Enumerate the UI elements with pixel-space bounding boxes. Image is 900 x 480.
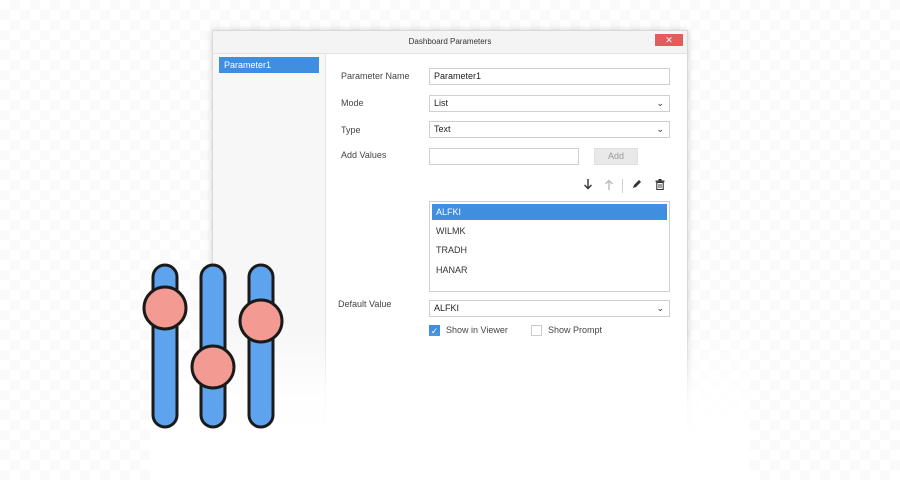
type-label: Type	[341, 125, 361, 135]
arrow-down-icon[interactable]	[581, 179, 595, 193]
add-values-input[interactable]	[429, 148, 579, 165]
list-item[interactable]: ALFKI	[432, 204, 667, 220]
default-value-label: Default Value	[338, 299, 392, 309]
mode-select[interactable]: List ⌄	[429, 95, 670, 112]
trash-icon[interactable]	[653, 179, 667, 193]
mode-label: Mode	[341, 98, 364, 108]
sliders-icon	[142, 263, 284, 429]
default-value: ALFKI	[434, 303, 460, 313]
parameter-name-label: Parameter Name	[341, 71, 410, 81]
close-icon: ✕	[665, 35, 673, 45]
default-value-select[interactable]: ALFKI ⌄	[429, 300, 670, 317]
dialog-title: Dashboard Parameters	[408, 37, 492, 46]
list-item[interactable]: TRADH	[432, 242, 667, 258]
sidebar-item-parameter1[interactable]: Parameter1	[219, 57, 319, 73]
title-bar: Dashboard Parameters ✕	[213, 31, 687, 54]
parameter-name-value: Parameter1	[434, 71, 482, 81]
sidebar-item-label: Parameter1	[224, 60, 272, 70]
parameter-name-input[interactable]: Parameter1	[429, 68, 670, 85]
chevron-down-icon: ⌄	[656, 98, 664, 108]
pencil-icon[interactable]	[630, 179, 644, 193]
list-item[interactable]: WILMK	[432, 223, 667, 239]
toolbar-divider	[622, 179, 623, 193]
close-button[interactable]: ✕	[655, 34, 683, 46]
type-select[interactable]: Text ⌄	[429, 121, 670, 138]
add-values-label: Add Values	[341, 150, 387, 160]
values-listbox[interactable]: ALFKI WILMK TRADH HANAR	[429, 201, 670, 292]
mode-value: List	[434, 98, 449, 108]
chevron-down-icon: ⌄	[656, 303, 664, 313]
arrow-up-icon[interactable]	[602, 179, 616, 193]
add-button[interactable]: Add	[594, 148, 638, 165]
chevron-down-icon: ⌄	[656, 124, 664, 134]
type-value: Text	[434, 124, 451, 134]
list-item[interactable]: HANAR	[432, 262, 667, 278]
